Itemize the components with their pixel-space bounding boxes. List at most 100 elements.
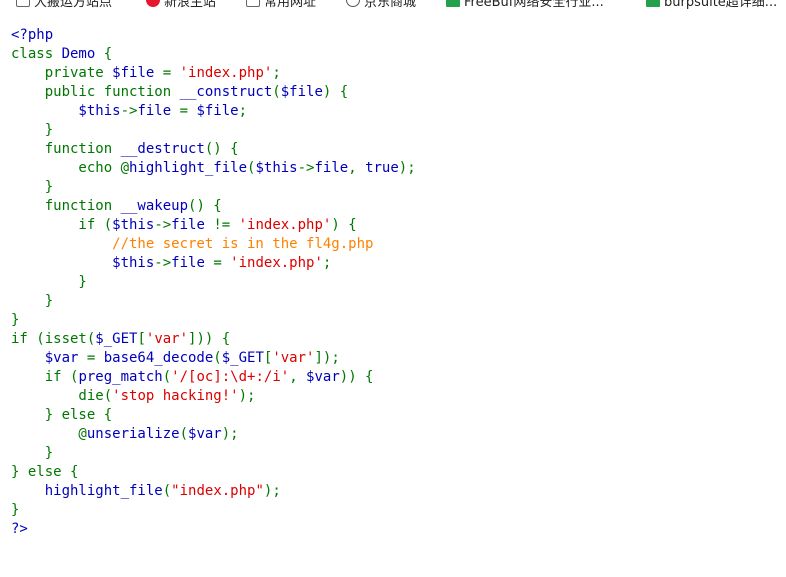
code-token-keyword: function xyxy=(11,141,121,157)
code-token-keyword: , xyxy=(289,369,307,385)
code-token-keyword: ); xyxy=(263,483,281,499)
code-token-keyword: -> xyxy=(120,103,138,119)
code-token-keyword: ; xyxy=(322,255,332,271)
code-token-default: $_GET xyxy=(95,331,138,347)
code-token-keyword: ) { xyxy=(331,217,357,233)
code-token-default: file xyxy=(314,160,349,176)
code-token-default: file xyxy=(171,217,214,233)
code-token-keyword: = xyxy=(179,103,197,119)
code-token-default: $_GET xyxy=(221,350,264,366)
code-token-keyword: ])) { xyxy=(188,331,231,347)
code-token-string: 'var' xyxy=(272,350,315,366)
code-token-keyword: -> xyxy=(154,217,172,233)
code-token-default: file xyxy=(137,103,180,119)
bookmark-label: FreeBuf网络安全行业... xyxy=(464,0,604,10)
code-token-string: 'var' xyxy=(145,331,189,347)
code-token-string: 'index.php' xyxy=(238,217,332,233)
code-line: <?php xyxy=(11,26,416,45)
code-token-keyword: -> xyxy=(297,160,315,176)
code-token-keyword: @ xyxy=(11,426,87,442)
code-token-default: ?> xyxy=(11,521,28,537)
code-token-keyword: ); xyxy=(221,426,239,442)
code-line: } xyxy=(11,273,416,292)
php-source-code: <?php class Demo { private $file = 'index… xyxy=(11,26,416,539)
code-token-keyword: } xyxy=(11,312,20,328)
globe-icon xyxy=(346,0,360,7)
code-token-keyword: = xyxy=(213,255,231,271)
code-token-default: $file xyxy=(112,65,163,81)
code-line: private $file = 'index.php'; xyxy=(11,64,416,83)
code-line: } else { xyxy=(11,406,416,425)
code-token-keyword: () { xyxy=(188,198,222,214)
bookmark-item[interactable]: FreeBuf网络安全行业... xyxy=(446,0,604,10)
bookmark-item[interactable]: 新浪主站 xyxy=(146,0,216,10)
weibo-icon xyxy=(146,0,160,7)
code-token-keyword: } xyxy=(11,122,54,138)
code-token-default: $var xyxy=(188,426,222,442)
code-token-keyword: ); xyxy=(238,388,256,404)
code-token-default: $this xyxy=(112,217,155,233)
code-token-default: Demo xyxy=(61,46,104,62)
bookmark-label: 常用网址 xyxy=(264,0,317,10)
code-token-keyword: die( xyxy=(11,388,113,404)
code-token-string: 'stop hacking!' xyxy=(112,388,239,404)
code-token-default: __destruct xyxy=(120,141,205,157)
code-token-keyword: } xyxy=(11,445,54,461)
code-token-keyword: ]); xyxy=(314,350,340,366)
code-token-keyword: if ( xyxy=(11,217,113,233)
code-line: } xyxy=(11,178,416,197)
code-token-keyword: } xyxy=(11,179,54,195)
code-token-string: 'index.php' xyxy=(179,65,273,81)
code-token-default: $file xyxy=(280,84,323,100)
bookmark-label: 新浪主站 xyxy=(164,0,217,10)
code-line: if ($this->file != 'index.php') { xyxy=(11,216,416,235)
code-token-default: highlight_file xyxy=(129,160,248,176)
code-token-keyword: [ xyxy=(137,331,146,347)
code-line: } xyxy=(11,444,416,463)
code-token-keyword: public function xyxy=(11,84,180,100)
code-line: die('stop hacking!'); xyxy=(11,387,416,406)
code-token-keyword: class xyxy=(11,46,62,62)
code-line: class Demo { xyxy=(11,45,416,64)
code-token-keyword: ) { xyxy=(322,84,349,100)
code-token-default: highlight_file xyxy=(44,483,163,499)
code-token-keyword: )) { xyxy=(339,369,374,385)
code-token-keyword: ( xyxy=(162,369,172,385)
code-token-default: __wakeup xyxy=(120,198,189,214)
code-line: public function __construct($file) { xyxy=(11,83,416,102)
code-token-keyword: { xyxy=(103,46,113,62)
bookmark-item[interactable]: 常用网址 xyxy=(246,0,316,10)
bookmark-label: 京东商城 xyxy=(364,0,417,10)
code-token-default: base64_decode xyxy=(103,350,214,366)
code-token-keyword: -> xyxy=(154,255,172,271)
bookmarks-bar: 大搬运方站点 新浪主站 常用网址 京东商城 FreeBuf网络安全行业... burpsu… xyxy=(0,0,786,10)
code-token-keyword: = xyxy=(86,350,104,366)
code-token-comment: //the secret is in the fl4g.php xyxy=(11,236,374,252)
code-token-keyword: private xyxy=(11,65,113,81)
code-token-keyword: ( xyxy=(213,350,222,366)
code-line: } xyxy=(11,121,416,140)
bookmark-item[interactable]: 京东商城 xyxy=(346,0,416,10)
code-token-keyword: ; xyxy=(238,103,248,119)
code-line: echo @highlight_file($this->file, true); xyxy=(11,159,416,178)
code-token-string: '/[oc]:\d+:/i' xyxy=(171,369,290,385)
code-token-keyword: ( xyxy=(179,426,189,442)
code-token-keyword: function xyxy=(11,198,121,214)
code-token-default: file xyxy=(171,255,214,271)
code-token-default: $file xyxy=(196,103,239,119)
code-token-default: unserialize xyxy=(86,426,180,442)
bookmark-item[interactable]: 大搬运方站点 xyxy=(16,0,112,10)
code-line: $this->file = $file; xyxy=(11,102,416,121)
code-token-keyword: echo @ xyxy=(11,160,130,176)
code-line: //the secret is in the fl4g.php xyxy=(11,235,416,254)
code-line: ?> xyxy=(11,520,416,539)
code-token-default: $this xyxy=(255,160,298,176)
code-token-string: 'index.php' xyxy=(230,255,323,271)
code-token-keyword: if ( xyxy=(11,369,79,385)
bookmark-item[interactable]: burpsuite超详细... xyxy=(646,0,777,10)
code-line: } else { xyxy=(11,463,416,482)
code-token-keyword: ); xyxy=(398,160,416,176)
code-line: $var = base64_decode($_GET['var']); xyxy=(11,349,416,368)
code-line: } xyxy=(11,292,416,311)
code-token-keyword: = xyxy=(162,65,180,81)
